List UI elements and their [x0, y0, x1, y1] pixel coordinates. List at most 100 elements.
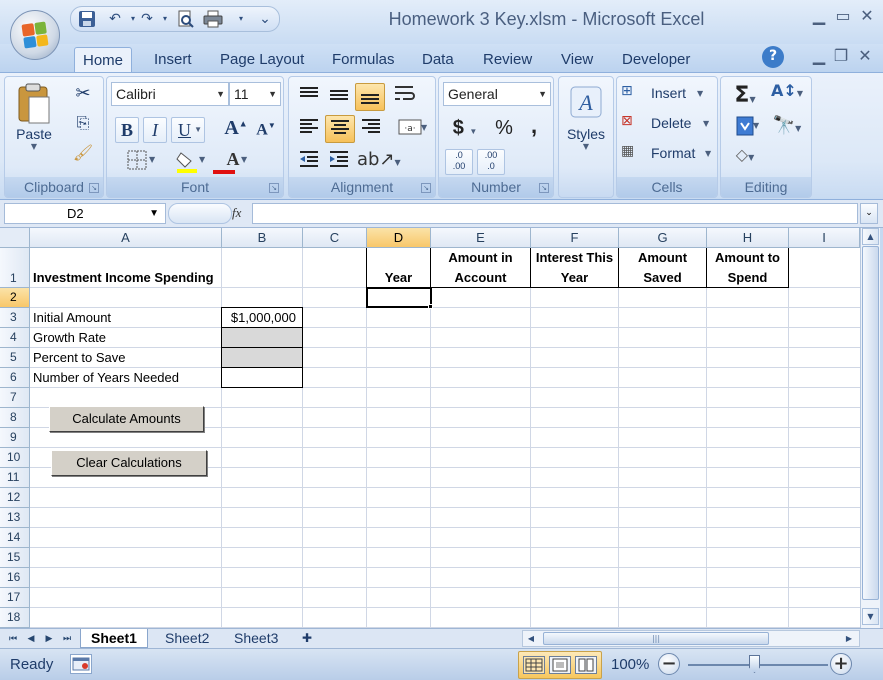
accounting-format-button[interactable]: $ ▼ — [445, 117, 485, 143]
sort-filter-icon[interactable]: A↕▼ — [767, 81, 807, 109]
align-left-icon[interactable] — [295, 117, 323, 143]
delete-cells-button[interactable]: ⊠ Delete ▼ — [621, 113, 715, 137]
italic-button[interactable]: I — [143, 117, 167, 143]
record-macro-icon[interactable] — [70, 654, 92, 674]
sheet-tab-sheet2[interactable]: Sheet2 — [155, 629, 219, 648]
column-header-h[interactable]: H — [707, 228, 789, 248]
tab-insert[interactable]: Insert — [146, 47, 200, 72]
bold-button[interactable]: B — [115, 117, 139, 143]
office-button[interactable] — [10, 10, 60, 60]
row-header-2[interactable]: 2 — [0, 288, 30, 308]
row-header-5[interactable]: 5 — [0, 348, 30, 368]
maximize-icon[interactable]: ▭ — [832, 6, 854, 26]
font-size-dropdown-icon[interactable]: ▼ — [268, 83, 277, 105]
column-header-d[interactable]: D — [367, 228, 431, 248]
name-box[interactable]: D2 ▼ — [4, 203, 166, 224]
zoom-slider-thumb[interactable] — [749, 655, 760, 673]
cell-a1[interactable]: Investment Income Spending — [33, 270, 214, 285]
orientation-icon[interactable]: ab↗▼ — [357, 149, 401, 175]
row-header-18[interactable]: 18 — [0, 608, 30, 628]
cell-b5[interactable] — [221, 347, 303, 368]
row-header-14[interactable]: 14 — [0, 528, 30, 548]
alignment-launcher-icon[interactable]: ↘ — [421, 183, 431, 193]
font-size-combo[interactable]: 11 ▼ — [229, 82, 281, 106]
top-align-icon[interactable] — [295, 85, 323, 109]
cell-e1[interactable]: Amount in Account — [430, 248, 531, 288]
row-header-16[interactable]: 16 — [0, 568, 30, 588]
paste-dropdown-icon[interactable]: ▼ — [13, 142, 55, 151]
bottom-align-icon[interactable] — [355, 83, 385, 111]
row-header-17[interactable]: 17 — [0, 588, 30, 608]
font-name-dropdown-icon[interactable]: ▼ — [216, 83, 225, 105]
tab-page-layout[interactable]: Page Layout — [212, 47, 312, 72]
row-header-15[interactable]: 15 — [0, 548, 30, 568]
column-header-e[interactable]: E — [431, 228, 531, 248]
calculate-amounts-button[interactable]: Calculate Amounts — [49, 406, 204, 432]
fill-color-button[interactable]: ▼ — [165, 149, 209, 175]
cell-d1[interactable]: Year — [366, 248, 431, 288]
decrease-decimal-icon[interactable]: .00.0 — [477, 149, 505, 175]
vertical-scroll-thumb[interactable] — [862, 246, 879, 600]
insert-cells-button[interactable]: ⊞ Insert ▼ — [621, 83, 715, 107]
tab-review[interactable]: Review — [475, 47, 540, 72]
scroll-left-icon[interactable]: ◀ — [523, 631, 539, 646]
scroll-down-icon[interactable]: ▼ — [862, 608, 879, 625]
underline-button[interactable]: U ▼ — [171, 117, 205, 143]
fill-handle[interactable] — [428, 304, 433, 309]
styles-button[interactable]: A Styles ▼ — [563, 85, 609, 169]
column-header-g[interactable]: G — [619, 228, 707, 248]
number-format-combo[interactable]: General ▼ — [443, 82, 551, 106]
column-header-a[interactable]: A — [30, 228, 222, 248]
styles-dropdown-icon[interactable]: ▼ — [563, 142, 609, 151]
vertical-scrollbar[interactable]: ▲ ▼ — [860, 228, 880, 628]
borders-button[interactable]: ▼ — [115, 149, 159, 175]
worksheet-grid[interactable]: A B C D E F G H I 1 2 3 4 5 6 7 8 9 10 1… — [0, 228, 860, 628]
row-header-3[interactable]: 3 — [0, 308, 30, 328]
tab-developer[interactable]: Developer — [614, 47, 698, 72]
zoom-level[interactable]: 100% — [611, 656, 649, 673]
increase-indent-icon[interactable] — [325, 149, 353, 175]
expand-formula-bar-icon[interactable]: ⌄ — [860, 203, 878, 224]
clear-icon[interactable]: ◇▼ — [727, 145, 763, 171]
insert-function-icon[interactable]: fx — [232, 205, 241, 221]
font-name-combo[interactable]: Calibri ▼ — [111, 82, 229, 106]
next-sheet-icon[interactable]: ▶ — [42, 632, 56, 646]
underline-dropdown-icon[interactable]: ▼ — [194, 118, 202, 142]
name-box-dropdown-icon[interactable]: ▼ — [149, 204, 159, 223]
cell-h1[interactable]: Amount to Spend — [706, 248, 789, 288]
row-header-7[interactable]: 7 — [0, 388, 30, 408]
decrease-indent-icon[interactable] — [295, 149, 323, 175]
column-header-i[interactable]: I — [789, 228, 860, 248]
row-header-12[interactable]: 12 — [0, 488, 30, 508]
insert-sheet-icon[interactable]: ✚ — [292, 629, 322, 648]
tab-view[interactable]: View — [553, 47, 601, 72]
align-center-icon[interactable] — [325, 115, 355, 143]
cell-b6[interactable] — [221, 367, 303, 388]
cell-a6[interactable]: Number of Years Needed — [33, 370, 179, 385]
row-header-1[interactable]: 1 — [0, 248, 30, 288]
percent-style-button[interactable]: % — [491, 117, 517, 143]
cell-g1[interactable]: Amount Saved — [618, 248, 707, 288]
number-launcher-icon[interactable]: ↘ — [539, 183, 549, 193]
first-sheet-icon[interactable]: ⏮ — [6, 632, 20, 646]
autosum-icon[interactable]: Σ▼ — [727, 83, 763, 109]
column-header-f[interactable]: F — [531, 228, 619, 248]
close-icon[interactable]: ✕ — [856, 6, 878, 26]
row-header-10[interactable]: 10 — [0, 448, 30, 468]
clear-calculations-button[interactable]: Clear Calculations — [51, 450, 207, 476]
horizontal-scrollbar[interactable]: ◀ ||| ▶ — [522, 630, 860, 647]
scroll-up-icon[interactable]: ▲ — [862, 228, 879, 245]
sheet-tab-sheet1[interactable]: Sheet1 — [80, 629, 148, 648]
font-launcher-icon[interactable]: ↘ — [269, 183, 279, 193]
page-layout-view-icon[interactable] — [549, 656, 571, 674]
active-cell-d2[interactable] — [366, 287, 432, 308]
column-header-b[interactable]: B — [222, 228, 303, 248]
tab-formulas[interactable]: Formulas — [324, 47, 403, 72]
shrink-font-icon[interactable]: A▼ — [253, 121, 279, 143]
row-header-6[interactable]: 6 — [0, 368, 30, 388]
previous-sheet-icon[interactable]: ◀ — [24, 632, 38, 646]
row-header-9[interactable]: 9 — [0, 428, 30, 448]
number-format-dropdown-icon[interactable]: ▼ — [538, 83, 547, 105]
select-all-corner[interactable] — [0, 228, 30, 248]
last-sheet-icon[interactable]: ⏭ — [60, 632, 74, 646]
